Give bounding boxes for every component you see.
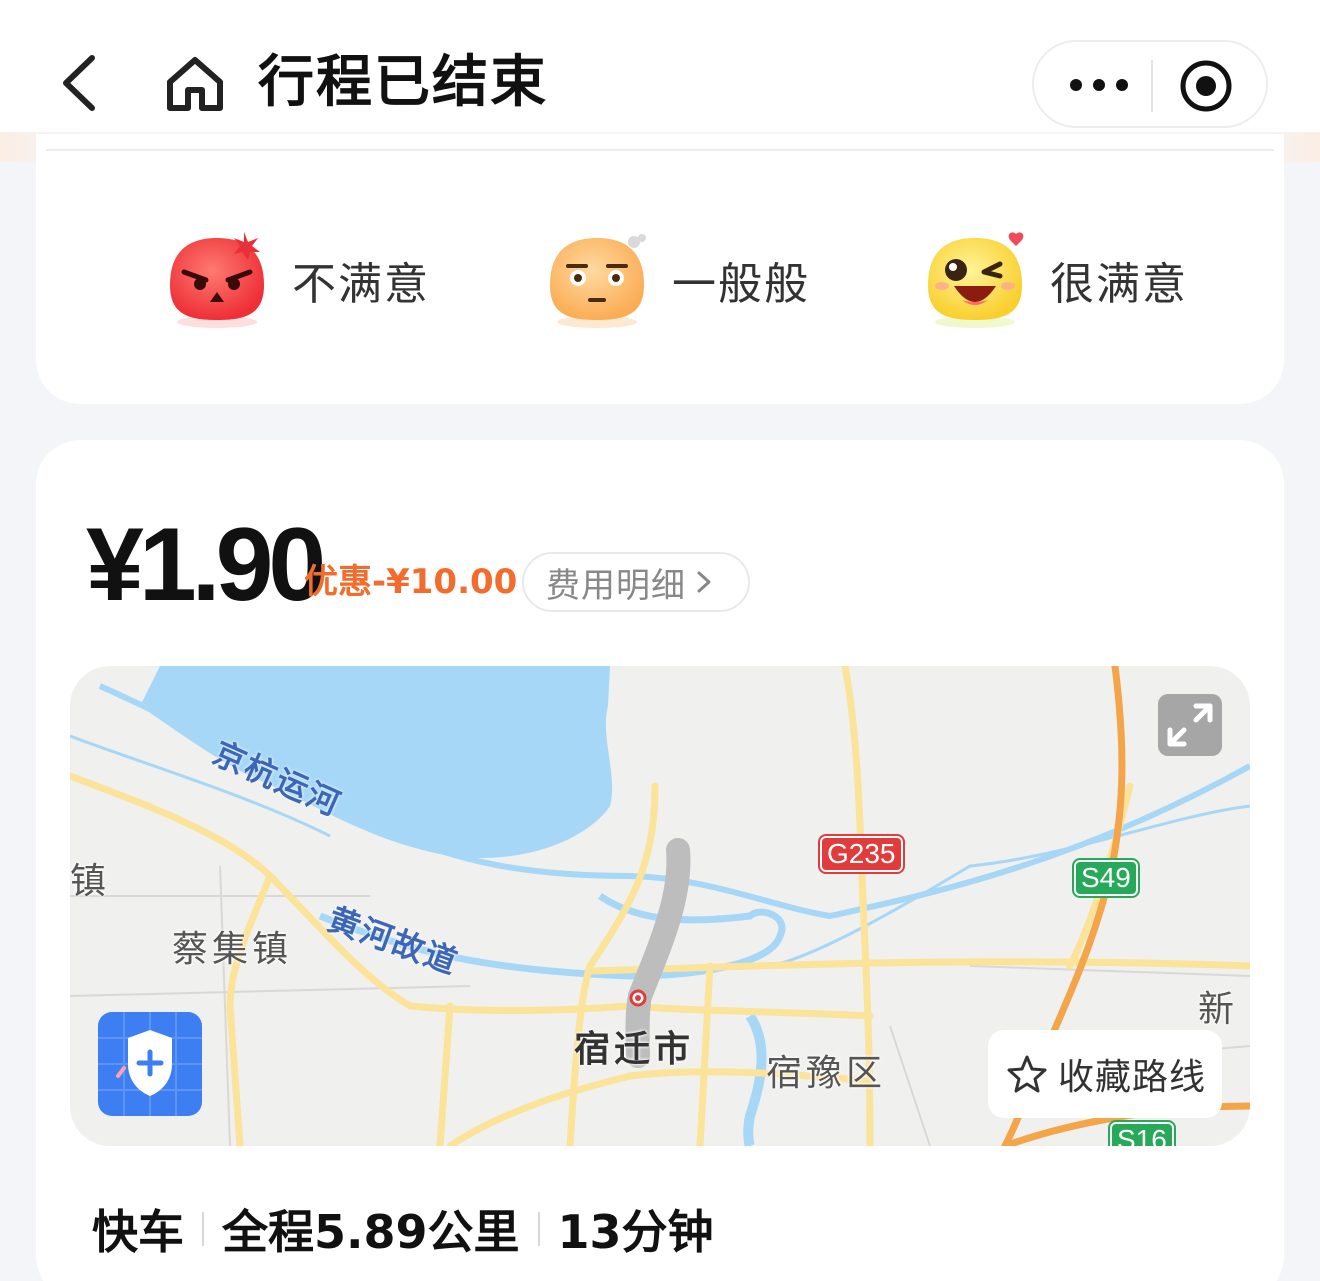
favorite-route-button[interactable]: 收藏路线 — [988, 1030, 1222, 1118]
rating-option-unsatisfied[interactable]: 不满意 — [162, 230, 430, 330]
river-east — [769, 804, 1250, 968]
rating-card: 不满意 一般般 很满意 — [36, 134, 1284, 404]
trip-distance: 全程5.89公里 — [222, 1205, 520, 1259]
fee-detail-button[interactable]: 费用明细 — [522, 552, 750, 612]
more-options-icon[interactable] — [1068, 70, 1130, 100]
back-arrow-icon[interactable] — [52, 52, 112, 114]
road-shield-s16: S16 — [1110, 1122, 1174, 1146]
safety-center-button[interactable] — [98, 1012, 202, 1116]
fee-detail-label: 费用明细 — [546, 565, 686, 606]
road-shield-s49: S49 — [1074, 860, 1138, 896]
rating-option-satisfied[interactable]: 很满意 — [920, 230, 1188, 330]
rating-option-neutral[interactable]: 一般般 — [542, 230, 810, 330]
trip-fare-card: ¥1.90 优惠-¥10.00 费用明细 京杭运河 黄河故道 镇 蔡集镇 宿迁市… — [36, 440, 1284, 1281]
service-type: 快车 — [92, 1205, 184, 1259]
close-target-icon[interactable] — [1178, 58, 1234, 114]
summary-separator — [537, 1212, 540, 1246]
route-start-dot — [635, 995, 641, 1001]
map-label-town-edge: 镇 — [70, 861, 111, 902]
expand-icon — [1167, 703, 1213, 747]
mini-program-capsule — [1032, 40, 1268, 128]
shield-plus-icon — [98, 1012, 202, 1116]
star-icon — [1007, 1055, 1047, 1093]
happy-face-icon — [928, 232, 1024, 328]
fare-discount: 优惠-¥10.00 — [304, 562, 518, 602]
rating-label-neutral: 一般般 — [672, 259, 810, 310]
chevron-right-icon — [697, 571, 711, 593]
trip-duration: 13分钟 — [557, 1205, 714, 1259]
rating-label-unsatisfied: 不满意 — [292, 259, 430, 310]
favorite-route-label: 收藏路线 — [1058, 1057, 1207, 1098]
road-shield-g235: G235 — [820, 836, 903, 872]
trip-summary: 快车 全程5.89公里 13分钟 — [92, 1196, 714, 1262]
expand-map-button[interactable] — [1158, 694, 1222, 756]
home-icon[interactable] — [164, 54, 226, 114]
map-label-suqian-city: 宿迁市 — [574, 1029, 695, 1070]
angry-face-icon — [170, 232, 264, 328]
divider — [46, 149, 1274, 151]
map-label-suyu-district: 宿豫区 — [766, 1053, 887, 1094]
summary-separator — [202, 1212, 204, 1246]
capsule-divider — [1151, 60, 1153, 112]
rating-label-satisfied: 很满意 — [1050, 259, 1188, 310]
page-title: 行程已结束 — [258, 50, 548, 115]
route-map[interactable]: 京杭运河 黄河故道 镇 蔡集镇 宿迁市 宿豫区 新 G235 S49 S16 收… — [70, 666, 1250, 1146]
top-navigation-bar: 行程已结束 — [0, 0, 1320, 132]
river-south — [743, 1013, 767, 1146]
fare-price: ¥1.90 — [86, 507, 326, 623]
map-label-xin-edge: 新 — [1198, 989, 1239, 1030]
map-label-cai-ji-town: 蔡集镇 — [172, 929, 293, 970]
neutral-face-icon — [550, 234, 646, 328]
